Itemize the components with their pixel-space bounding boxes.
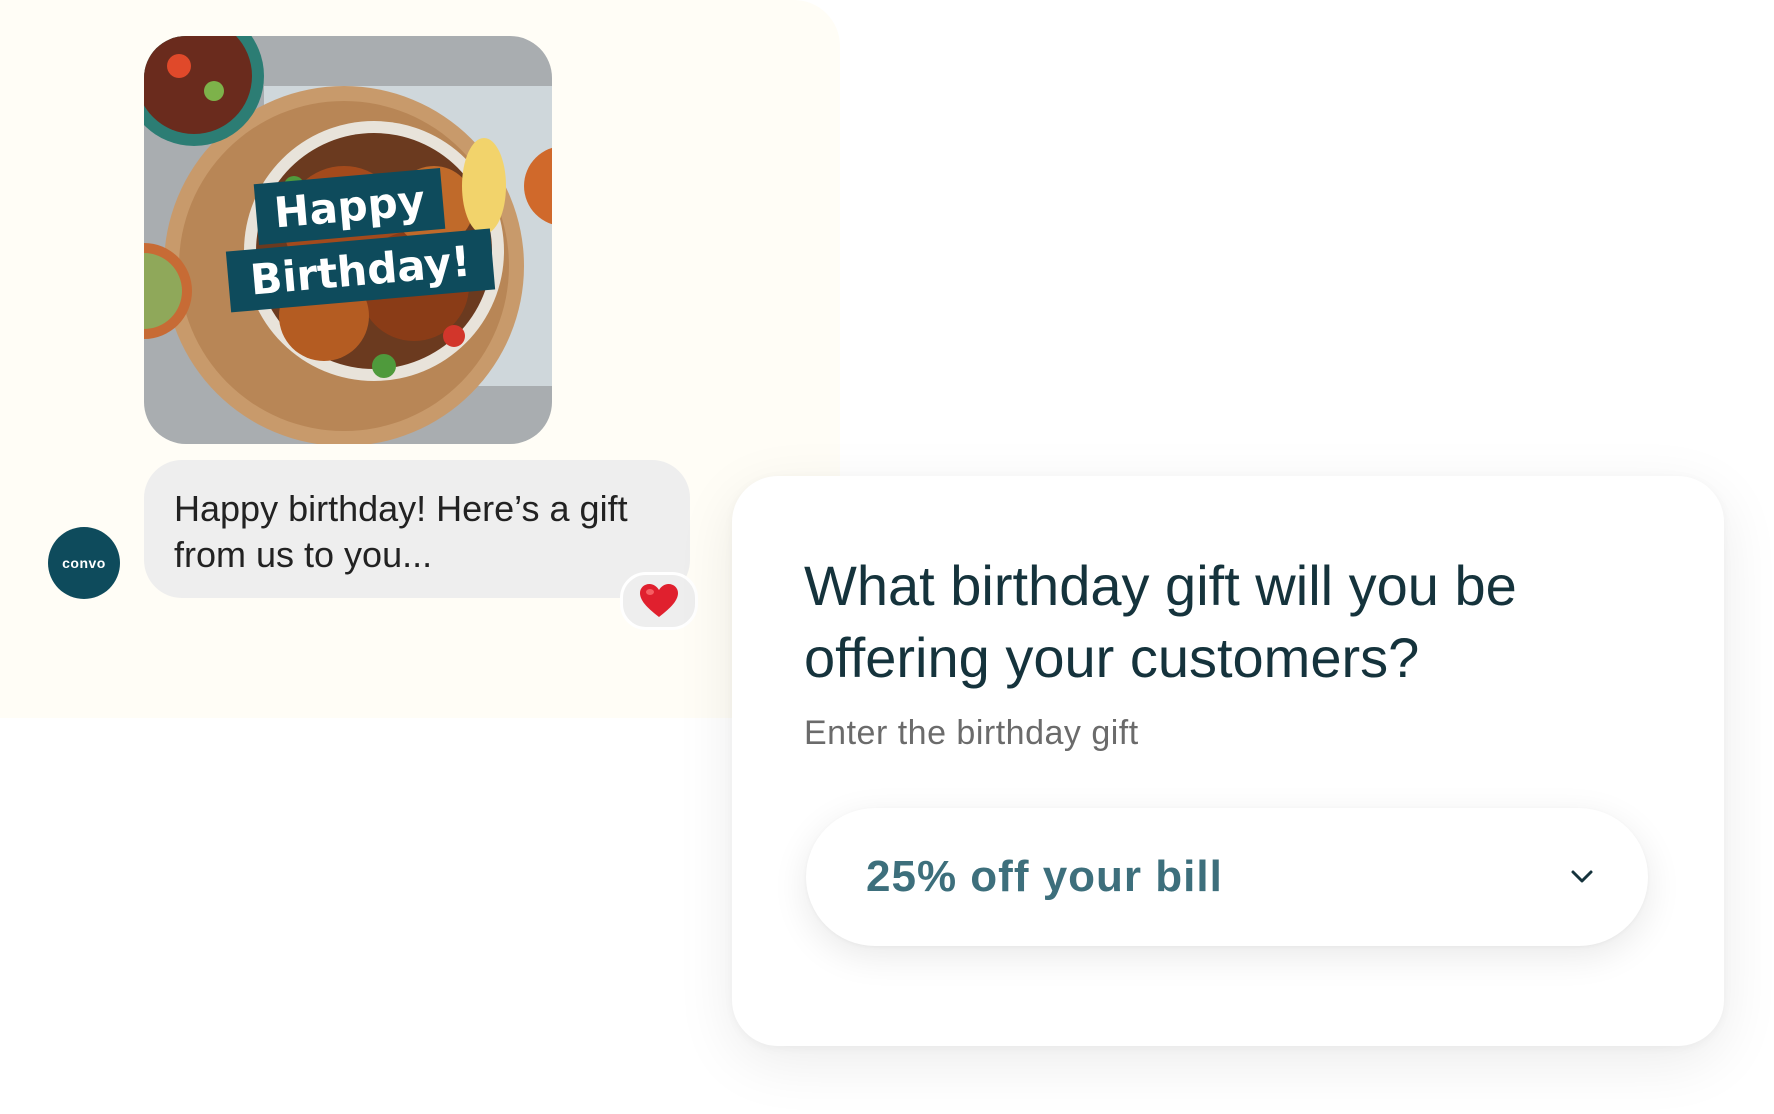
message-text-line1: Happy birthday! Here’s a gift (174, 488, 628, 529)
gift-form-card: What birthday gift will you be offering … (732, 476, 1724, 1046)
chevron-down-icon (1568, 863, 1596, 891)
birthday-image-card: Happy Birthday! (144, 36, 552, 444)
question-line1: What birthday gift will you be (804, 554, 1517, 617)
brand-logo: convo (62, 555, 106, 571)
reaction-badge[interactable] (620, 572, 698, 630)
selected-gift-value: 25% off your bill (866, 852, 1223, 901)
gift-select[interactable]: 25% off your bill (806, 808, 1648, 946)
form-question: What birthday gift will you be offering … (804, 550, 1664, 694)
heart-icon (640, 584, 678, 617)
chat-preview-panel: Happy Birthday! convo Happy birthday! He… (0, 0, 840, 718)
form-hint: Enter the birthday gift (804, 714, 1139, 752)
avatar: convo (48, 527, 120, 599)
message-text-line2: from us to you... (174, 534, 433, 575)
message-bubble: Happy birthday! Here’s a gift from us to… (144, 460, 690, 598)
question-line2: offering your customers? (804, 626, 1420, 689)
